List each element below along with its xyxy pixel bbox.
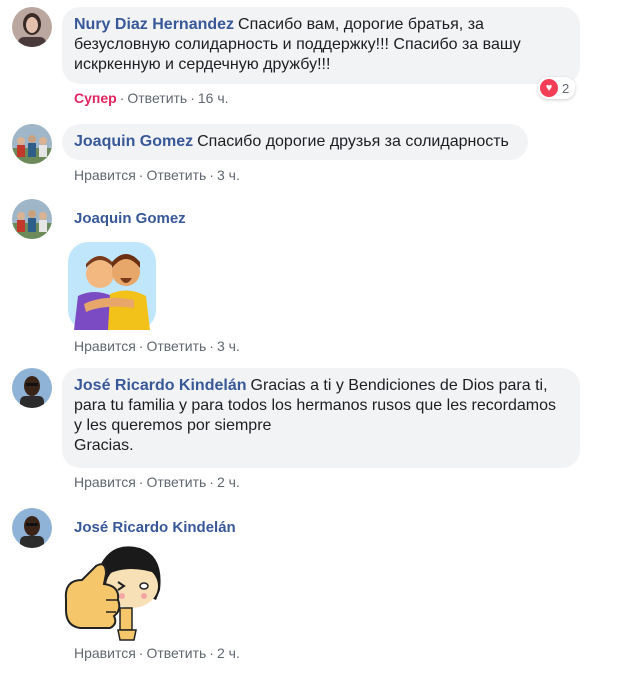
avatar-photo-icon (12, 508, 52, 548)
thumbs-up-girl-sticker (60, 540, 170, 649)
avatar[interactable] (12, 508, 52, 548)
like-button[interactable]: Нравится (74, 338, 136, 354)
comment-timestamp[interactable]: 3 ч. (217, 338, 240, 354)
comment-actions: Нравится · Ответить · 2 ч. (74, 645, 240, 661)
comment-bubble: Joaquin Gomez Спасибо дорогие друзья за с… (62, 124, 528, 160)
reply-link[interactable]: Ответить (146, 474, 206, 490)
comment-timestamp[interactable]: 2 ч. (217, 474, 240, 490)
like-button[interactable]: Нравится (74, 645, 136, 661)
comment-author[interactable]: Joaquin Gomez (74, 133, 193, 150)
avatar-photo-icon (12, 368, 52, 408)
heart-icon: ♥ (540, 79, 558, 97)
comment-author[interactable]: José Ricardo Kindelán (74, 519, 236, 536)
reply-link[interactable]: Ответить (146, 167, 206, 183)
reply-link[interactable]: Ответить (146, 645, 206, 661)
reaction-summary[interactable]: ♥ 2 (538, 77, 576, 99)
reaction-button[interactable]: Супер (74, 90, 117, 106)
avatar-group-photo-icon (12, 124, 52, 164)
comment-author[interactable]: Nury Diaz Hernandez (74, 16, 234, 33)
like-button[interactable]: Нравится (74, 474, 136, 490)
comment-bubble: Nury Diaz Hernandez Спасибо вам, дорогие … (62, 7, 580, 84)
avatar[interactable] (12, 368, 52, 408)
reply-link[interactable]: Ответить (127, 90, 187, 106)
comment-actions: Нравится · Ответить · 2 ч. (74, 474, 240, 490)
comment-actions: Супер · Ответить · 16 ч. (74, 90, 229, 106)
comment-bubble: José Ricardo Kindelán Gracias a ti y Bend… (62, 368, 580, 468)
comment-author[interactable]: Joaquin Gomez (74, 210, 186, 227)
comment-actions: Нравится · Ответить · 3 ч. (74, 167, 240, 183)
reaction-count: 2 (562, 80, 570, 96)
comment-timestamp[interactable]: 3 ч. (217, 167, 240, 183)
avatar[interactable] (12, 7, 52, 47)
like-button[interactable]: Нравится (74, 167, 136, 183)
avatar[interactable] (12, 199, 52, 239)
avatar[interactable] (12, 124, 52, 164)
reply-link[interactable]: Ответить (146, 338, 206, 354)
hug-sticker (64, 238, 160, 339)
comment-timestamp[interactable]: 16 ч. (198, 90, 229, 106)
comment-author[interactable]: José Ricardo Kindelán (74, 377, 247, 394)
comment-timestamp[interactable]: 2 ч. (217, 645, 240, 661)
avatar-group-photo-icon (12, 199, 52, 239)
comment-text-line2: Gracias. (74, 437, 134, 454)
avatar-photo-icon (12, 7, 52, 47)
comment-actions: Нравится · Ответить · 3 ч. (74, 338, 240, 354)
comment-text: Спасибо дорогие друзья за солидарность (197, 133, 509, 150)
